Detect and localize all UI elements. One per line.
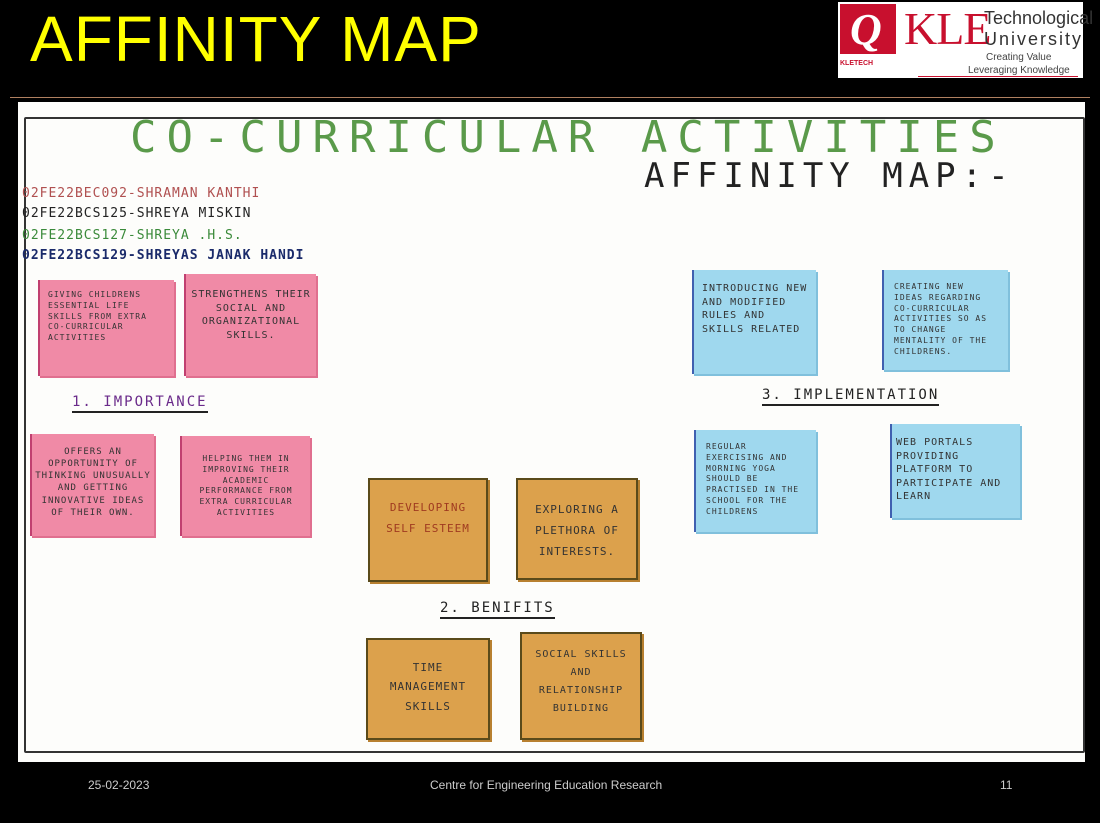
importance-note: OFFERS AN OPPORTUNITY OF THINKING UNUSUA… — [30, 434, 154, 536]
implementation-note: REGULAR EXERCISING AND MORNING YOGA SHOU… — [694, 430, 816, 532]
team-member: 02FE22BCS127-SHREYA .H.S. — [22, 228, 243, 243]
logo-underline — [918, 76, 1078, 77]
university-logo: Q KLETECH KLE Technological University C… — [838, 2, 1093, 78]
logo-name: KLE — [904, 3, 991, 54]
benefit-note: SOCIAL SKILLS AND RELATIONSHIP BUILDING — [520, 632, 642, 740]
benefit-note: DEVELOPING SELF ESTEEM — [368, 478, 488, 582]
importance-note: HELPING THEM IN IMPROVING THEIR ACADEMIC… — [180, 436, 310, 536]
implementation-note: WEB PORTALS PROVIDING PLATFORM TO PARTIC… — [890, 424, 1020, 518]
benefit-note: TIME MANAGEMENT SKILLS — [366, 638, 490, 740]
benefit-note: EXPLORING A PLETHORA OF INTERESTS. — [516, 478, 638, 580]
importance-note: GIVING CHILDRENS ESSENTIAL LIFE SKILLS F… — [38, 280, 174, 376]
logo-line1: Technological — [984, 8, 1094, 28]
logo-tagline1: Creating Value — [986, 52, 1052, 63]
implementation-note: CREATING NEW IDEAS REGARDING CO-CURRICUL… — [882, 270, 1008, 370]
team-member: 02FE22BCS125-SHREYA MISKIN — [22, 206, 252, 221]
importance-note: STRENGTHENS THEIR SOCIAL AND ORGANIZATIO… — [184, 274, 316, 376]
title-divider — [10, 97, 1090, 98]
logo-mark: Q — [840, 4, 896, 54]
footer-date: 25-02-2023 — [88, 778, 150, 792]
poster-subtitle: AFFINITY MAP:- — [644, 156, 1015, 196]
implementation-note: INTRODUCING NEW AND MODIFIED RULES AND S… — [692, 270, 816, 374]
slide-title: AFFINITY MAP — [30, 3, 482, 75]
logo-mark-sub: KLETECH — [840, 60, 874, 67]
team-member: 02FE22BEC092-SHRAMAN KANTHI — [22, 186, 261, 201]
team-member: 02FE22BCS129-SHREYAS JANAK HANDI — [22, 248, 305, 263]
benefit-note-text: DEVELOPING SELF ESTEEM — [386, 501, 470, 535]
benefits-heading: 2. BENIFITS — [440, 600, 555, 619]
footer-center: Centre for Engineering Education Researc… — [430, 778, 663, 792]
poster-photo: CO-CURRICULAR ACTIVITIES AFFINITY MAP:- … — [18, 102, 1085, 762]
logo-tagline2: Leveraging Knowledge — [968, 65, 1070, 76]
importance-heading: 1. IMPORTANCE — [72, 394, 208, 413]
logo-mark-letter: Q — [850, 5, 882, 54]
footer-page-number: 11 — [1000, 778, 1013, 792]
implementation-heading: 3. IMPLEMENTATION — [762, 387, 940, 406]
logo-line2: University — [984, 29, 1084, 49]
